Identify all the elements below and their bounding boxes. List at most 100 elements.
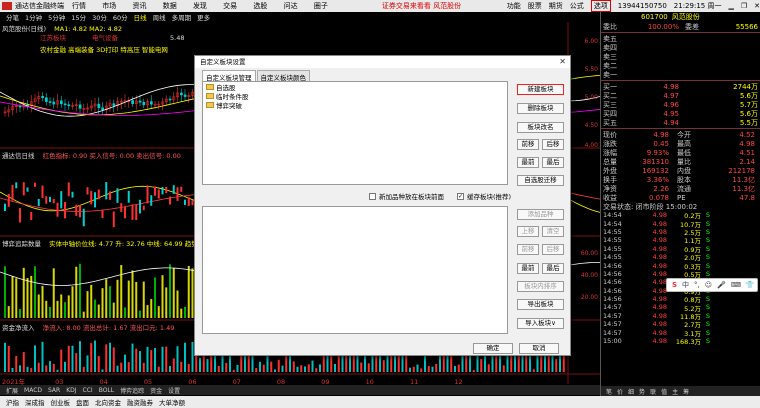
stock-first-button[interactable]: 最前	[517, 263, 539, 274]
indicator-tab[interactable]: 设置	[168, 386, 180, 395]
user-phone[interactable]: 13944150750	[618, 2, 667, 10]
checkbox-cache-board[interactable]: ✓ 缓存板块(推荐)	[457, 191, 511, 201]
menu-item-hangqing[interactable]: 行情	[72, 2, 86, 10]
ime-punct-icon[interactable]: °,	[694, 281, 700, 289]
minimize-icon[interactable]: ▁	[728, 2, 733, 10]
status-item[interactable]: 融资融券	[127, 397, 153, 407]
period-60min[interactable]: 60分	[113, 12, 128, 22]
restore-icon[interactable]: ❐	[741, 2, 747, 10]
ime-mode[interactable]: 中	[682, 280, 689, 290]
import-board-button[interactable]: 导入板块∨	[517, 318, 564, 329]
status-item[interactable]: 盘面	[76, 397, 89, 407]
tag-industry: 电气设备	[92, 34, 118, 42]
period-more[interactable]: 更多	[197, 12, 210, 22]
flow-bar	[319, 364, 321, 372]
stock-forward-button[interactable]: 前移	[517, 244, 539, 255]
period-15min[interactable]: 15分	[71, 12, 86, 22]
ime-emoji-icon[interactable]: ☺	[705, 281, 712, 289]
indicator-bar	[52, 198, 55, 204]
menu-item-jiaoyi[interactable]: 交易	[223, 2, 237, 10]
board-item[interactable]: 自选股	[203, 82, 507, 92]
migrate-watchlist-button[interactable]: 自选股迁移	[517, 175, 564, 186]
stock-list[interactable]	[202, 206, 508, 334]
move-forward-button[interactable]: 前移	[517, 139, 539, 150]
rename-board-button[interactable]: 板块改名	[517, 122, 564, 133]
topbar-xuanxiang[interactable]: 选项	[590, 0, 611, 12]
indicator-tab[interactable]: MACD	[24, 387, 42, 394]
move-last-button[interactable]: 最后	[542, 157, 564, 168]
topbar-gupiao[interactable]: 股票	[528, 1, 542, 11]
indicator-bar	[187, 197, 190, 206]
add-stock-button[interactable]: 添加品种	[517, 209, 564, 220]
period-multi[interactable]: 多周期	[172, 12, 192, 22]
ime-toolbar[interactable]: S 中 °, ☺ 🎤 ⌨ 👕 ⋯	[666, 278, 760, 292]
dialog-close-icon[interactable]: ✕	[559, 57, 566, 66]
status-item[interactable]: 沪指	[6, 397, 19, 407]
status-item[interactable]: 北向资金	[95, 397, 121, 407]
ok-button[interactable]: 确定	[473, 343, 513, 354]
move-backward-button[interactable]: 后移	[542, 139, 564, 150]
topbar-qihuo[interactable]: 期货	[549, 1, 563, 11]
board-list[interactable]: 自选股 临时条件股 博弈突破	[202, 81, 508, 185]
period-1min[interactable]: 1分钟	[25, 12, 42, 22]
volume-bar	[116, 279, 119, 318]
quote-tab[interactable]: 价	[617, 387, 623, 396]
quote-tab[interactable]: 主	[672, 387, 678, 396]
status-item[interactable]: 深成指	[25, 397, 45, 407]
stock-backward-button[interactable]: 后移	[542, 244, 564, 255]
ime-keyboard-icon[interactable]: ⌨	[731, 281, 741, 289]
promo-link[interactable]: 证券交易来看看 风范股份	[382, 1, 461, 11]
ime-voice-icon[interactable]: 🎤	[717, 281, 726, 289]
indicator-bar	[7, 193, 10, 207]
menu-item-zixun[interactable]: 资讯	[132, 2, 146, 10]
checkbox-icon[interactable]	[369, 192, 376, 200]
sort-in-board-button[interactable]: 板块内排序	[517, 281, 564, 292]
indicator-tab[interactable]: SAR	[48, 387, 60, 394]
status-item[interactable]: 创业板	[51, 397, 71, 407]
board-item[interactable]: 临时条件股	[203, 91, 507, 101]
menu-item-quanzi[interactable]: 圈子	[314, 2, 328, 10]
volume-bar	[7, 306, 10, 318]
indicator-tab[interactable]: KDJ	[66, 387, 76, 394]
checkbox-checked-icon[interactable]: ✓	[457, 192, 464, 200]
menu-item-shuju[interactable]: 数据	[163, 2, 177, 10]
flow-bar	[34, 345, 36, 372]
ime-skin-icon[interactable]: 👕	[746, 281, 755, 289]
quote-tab[interactable]: 联	[650, 387, 656, 396]
move-first-button[interactable]: 最前	[517, 157, 539, 168]
delete-board-button[interactable]: 删除板块	[517, 103, 564, 114]
indicator-tab[interactable]: 扩展	[6, 386, 18, 395]
cancel-button[interactable]: 取消	[519, 343, 559, 354]
menu-item-faxian[interactable]: 发现	[193, 2, 207, 10]
topbar-gongneng[interactable]: 功能	[507, 1, 521, 11]
export-board-button[interactable]: 导出板块	[517, 299, 564, 310]
quote-tab[interactable]: 势	[639, 387, 645, 396]
indicator-tab[interactable]: BOLL	[99, 387, 114, 394]
period-30min[interactable]: 30分	[92, 12, 107, 22]
quote-tab[interactable]: 筹	[683, 387, 689, 396]
sogou-logo-icon[interactable]: S	[672, 281, 677, 289]
menu-item-shichang[interactable]: 市场	[102, 2, 116, 10]
quote-tab[interactable]: 值	[661, 387, 667, 396]
topbar-gongshi[interactable]: 公式	[570, 1, 584, 11]
quote-tab[interactable]: 细	[628, 387, 634, 396]
close-icon[interactable]: ✕	[754, 2, 760, 10]
stock-last-button[interactable]: 最后	[542, 263, 564, 274]
period-day[interactable]: 日线	[134, 12, 147, 22]
clear-button[interactable]: 清空	[542, 226, 564, 237]
status-item[interactable]: 大单净额	[159, 397, 185, 407]
checkbox-new-first[interactable]: 新加品种放在板块前面	[369, 191, 444, 201]
menu-item-wenda[interactable]: 问达	[284, 2, 298, 10]
menu-item-xuangu[interactable]: 选股	[253, 2, 267, 10]
folder-icon	[206, 101, 214, 108]
indicator-tab[interactable]: 资金	[150, 386, 162, 395]
indicator-tab[interactable]: CCI	[83, 387, 93, 394]
period-week[interactable]: 周线	[153, 12, 166, 22]
new-board-button[interactable]: 新建板块	[517, 84, 564, 95]
indicator-tab[interactable]: 博弈追踪	[120, 386, 144, 395]
period-fenbi[interactable]: 分笔	[6, 12, 19, 22]
move-up-button[interactable]: 上移	[517, 226, 539, 237]
quote-tab[interactable]: 笔	[606, 387, 612, 396]
board-item[interactable]: 博弈突破	[203, 100, 507, 110]
period-5min[interactable]: 5分钟	[48, 12, 65, 22]
